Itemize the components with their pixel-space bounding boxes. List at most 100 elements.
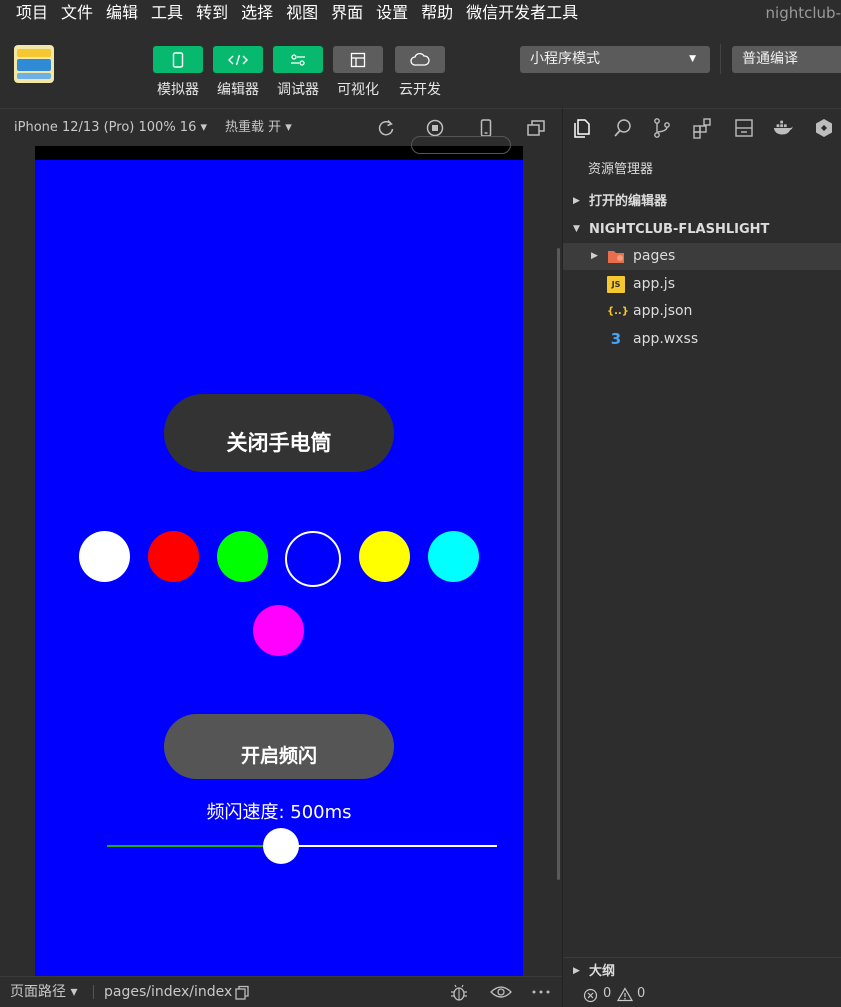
storage-icon[interactable] [733,117,755,139]
cloud-label: 云开发 [399,82,441,98]
warning-count: 0 [637,986,646,1001]
cloud-tool[interactable]: 云开发 [394,46,446,99]
phone-screen: 关闭手电筒 开启频闪 频闪速度: 500ms [35,160,523,977]
json-file-icon: {..} [607,306,629,317]
tree-item-app-js[interactable]: JS app.js [563,271,841,298]
strobe-toggle-button[interactable]: 开启频闪 [164,714,394,779]
menu-interface[interactable]: 界面 [323,0,368,26]
debugger-tool[interactable]: 调试器 [272,46,324,99]
outline-label: 大纲 [589,964,616,979]
window-copy-icon[interactable] [526,118,546,138]
strobe-speed-label: 频闪速度: 500ms [206,802,352,823]
visual-tool[interactable]: 可视化 [332,46,384,99]
miniprogram-capsule[interactable] [411,136,511,154]
bug-icon[interactable] [449,983,469,1003]
editor-label: 编辑器 [217,82,259,98]
cube-icon[interactable] [813,117,835,139]
eye-icon[interactable] [490,984,512,1000]
simulator-scrollbar[interactable] [557,248,560,880]
device-preview-icon[interactable] [476,118,496,138]
cloud-button[interactable] [395,46,445,73]
extensions-icon[interactable] [692,117,714,139]
outline-section[interactable]: ▶ 大纲 [563,957,841,984]
js-file-icon: JS [607,276,625,293]
toolbar-divider [720,44,721,74]
color-swatch-magenta[interactable] [253,605,304,656]
css-file-icon: 3 [610,330,622,348]
search-icon[interactable] [612,117,634,139]
menu-settings[interactable]: 设置 [368,0,413,26]
menu-wechat-devtools[interactable]: 微信开发者工具 [458,0,583,26]
copy-icon[interactable] [234,985,250,1001]
project-name: NIGHTCLUB-FLASHLIGHT [589,222,770,237]
editor-button[interactable] [213,46,263,73]
code-icon [228,54,248,65]
menu-help[interactable]: 帮助 [413,0,458,26]
color-swatch-green[interactable] [217,531,268,582]
folder-icon [608,251,624,263]
menu-goto[interactable]: 转到 [188,0,233,26]
tree-item-app-json[interactable]: {..} app.json [563,298,841,325]
tree-item-label: app.js [633,276,675,292]
slider-fill [107,845,281,847]
more-icon[interactable] [532,990,550,994]
color-swatch-white[interactable] [79,531,130,582]
chevron-down-icon: ▼ [573,224,580,234]
strobe-speed-slider[interactable] [107,828,497,864]
slider-thumb[interactable] [263,828,299,864]
tree-item-label: app.json [633,303,693,319]
editor-tool[interactable]: 编辑器 [212,46,264,99]
menu-tools[interactable]: 工具 [143,0,188,26]
color-swatch-yellow[interactable] [359,531,410,582]
explorer-panel: 资源管理器 ▶ 打开的编辑器 ▼ NIGHTCLUB-FLASHLIGHT ▶ … [562,108,841,1007]
activity-bar [563,108,841,146]
menu-view[interactable]: 视图 [278,0,323,26]
menu-select[interactable]: 选择 [233,0,278,26]
sliders-icon [291,53,305,66]
menu-edit[interactable]: 编辑 [98,0,143,26]
menu-project[interactable]: 项目 [0,0,53,26]
visual-button[interactable] [333,46,383,73]
project-avatar[interactable] [14,45,54,83]
debugger-button[interactable] [273,46,323,73]
tree-item-app-wxss[interactable]: 3 app.wxss [563,326,841,353]
menu-bar: 项目 文件 编辑 工具 转到 选择 视图 界面 设置 帮助 微信开发者工具 ni… [0,0,841,26]
tree-item-label: app.wxss [633,331,699,347]
chevron-right-icon: ▶ [591,251,598,261]
source-control-icon[interactable] [651,117,673,139]
compile-select-value: 普通编译 [742,51,798,67]
phone-status-bar [35,136,523,160]
problems-status[interactable]: 0 0 [563,983,841,1007]
chevron-right-icon: ▶ [573,966,580,976]
docker-icon[interactable] [772,117,794,139]
files-icon[interactable] [571,117,593,139]
open-editors-label: 打开的编辑器 [589,194,668,209]
menu-file[interactable]: 文件 [53,0,98,26]
explorer-title: 资源管理器 [588,162,654,177]
chevron-down-icon: ▼ [689,54,696,64]
project-section[interactable]: ▼ NIGHTCLUB-FLASHLIGHT [563,216,841,243]
compile-select[interactable]: 普通编译 [732,46,841,73]
color-swatch-cyan[interactable] [428,531,479,582]
color-swatch-blue[interactable] [285,531,341,587]
torch-toggle-button[interactable]: 关闭手电筒 [164,394,394,472]
hot-reload-toggle[interactable]: 热重载 开 ▾ [225,109,292,147]
simulator-button[interactable] [153,46,203,73]
page-path: pages/index/index [104,984,233,1000]
simulator-label: 模拟器 [157,82,199,98]
simulator-footer: 页面路径 ▾ pages/index/index [0,976,562,1007]
window-title: nightclub- [765,4,841,22]
simulator-tool[interactable]: 模拟器 [152,46,204,99]
footer-divider [93,985,94,999]
phone-icon [172,51,184,68]
mode-select[interactable]: 小程序模式 ▼ [520,46,710,73]
page-path-select[interactable]: 页面路径 ▾ [10,977,77,1007]
rotate-icon[interactable] [376,118,396,138]
mode-select-value: 小程序模式 [530,51,600,67]
debugger-label: 调试器 [277,82,319,98]
stop-icon[interactable] [425,118,445,138]
color-swatch-red[interactable] [148,531,199,582]
open-editors-section[interactable]: ▶ 打开的编辑器 [563,188,841,215]
device-select[interactable]: iPhone 12/13 (Pro) 100% 16 ▾ [14,109,207,147]
tree-item-pages[interactable]: ▶ pages [563,243,841,270]
